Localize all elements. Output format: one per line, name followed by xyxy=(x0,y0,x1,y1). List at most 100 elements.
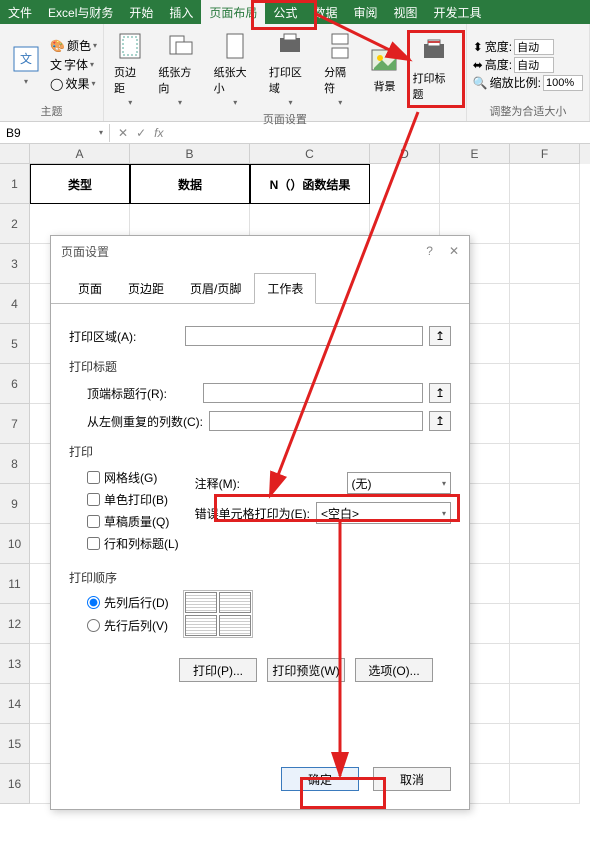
col-header-D[interactable]: D xyxy=(370,144,440,164)
order-section: 打印顺序 xyxy=(69,569,451,586)
cell[interactable] xyxy=(510,644,580,684)
cell[interactable] xyxy=(510,204,580,244)
dlg-tab-margins[interactable]: 页边距 xyxy=(115,273,177,304)
row-header[interactable]: 3 xyxy=(0,244,30,284)
dlg-tab-page[interactable]: 页面 xyxy=(65,273,115,304)
cell[interactable] xyxy=(510,764,580,804)
cell[interactable]: N（）函数结果 xyxy=(250,164,370,204)
cell[interactable] xyxy=(510,484,580,524)
height-label: 高度: xyxy=(485,56,512,73)
row-header[interactable]: 2 xyxy=(0,204,30,244)
row-col-hdr-checkbox[interactable] xyxy=(87,537,100,550)
print-button[interactable]: 打印(P)... xyxy=(179,658,257,682)
row-header[interactable]: 12 xyxy=(0,604,30,644)
cell[interactable] xyxy=(510,724,580,764)
cell[interactable] xyxy=(510,444,580,484)
confirm-icon[interactable]: ✓ xyxy=(136,126,146,140)
print-area-picker[interactable]: ↥ xyxy=(429,326,451,346)
cancel-icon[interactable]: ✕ xyxy=(118,126,128,140)
cell[interactable] xyxy=(510,364,580,404)
over-down-radio[interactable] xyxy=(87,619,100,632)
width-input[interactable] xyxy=(514,39,554,55)
cancel-button[interactable]: 取消 xyxy=(373,767,451,791)
dlg-tab-header-footer[interactable]: 页眉/页脚 xyxy=(177,273,254,304)
tab-insert[interactable]: 插入 xyxy=(161,0,201,24)
cell[interactable] xyxy=(370,164,440,204)
themes-button[interactable]: 文 ▾ xyxy=(6,41,46,88)
bw-checkbox[interactable] xyxy=(87,493,100,506)
cell[interactable] xyxy=(510,684,580,724)
font-icon: 文 xyxy=(50,56,62,73)
cell[interactable]: 类型 xyxy=(30,164,130,204)
row-header[interactable]: 7 xyxy=(0,404,30,444)
select-all-corner[interactable] xyxy=(0,144,30,164)
row-header[interactable]: 6 xyxy=(0,364,30,404)
col-header-F[interactable]: F xyxy=(510,144,580,164)
background-button[interactable]: 背景 xyxy=(364,42,404,96)
cell[interactable]: 数据 xyxy=(130,164,250,204)
tab-developer[interactable]: 开发工具 xyxy=(425,0,489,24)
tab-home[interactable]: 开始 xyxy=(121,0,161,24)
row-header[interactable]: 10 xyxy=(0,524,30,564)
dlg-tab-sheet[interactable]: 工作表 xyxy=(254,273,316,304)
height-input[interactable] xyxy=(514,57,554,73)
size-button[interactable]: 纸张大小▾ xyxy=(210,28,261,109)
tab-data[interactable]: 数据 xyxy=(305,0,345,24)
cell[interactable] xyxy=(510,324,580,364)
comments-select[interactable]: (无)▾ xyxy=(347,472,452,494)
col-header-B[interactable]: B xyxy=(130,144,250,164)
colors-button[interactable]: 🎨颜色▾ xyxy=(50,37,97,54)
row-header[interactable]: 5 xyxy=(0,324,30,364)
left-cols-picker[interactable]: ↥ xyxy=(429,411,451,431)
row-header[interactable]: 16 xyxy=(0,764,30,804)
tab-page-layout[interactable]: 页面布局 xyxy=(201,0,265,24)
row-header[interactable]: 4 xyxy=(0,284,30,324)
down-over-radio[interactable] xyxy=(87,596,100,609)
cell[interactable] xyxy=(510,604,580,644)
tab-formula[interactable]: 公式 xyxy=(265,0,305,24)
tab-excel-finance[interactable]: Excel与财务 xyxy=(40,0,121,24)
breaks-button[interactable]: 分隔符▾ xyxy=(320,28,360,109)
col-header-E[interactable]: E xyxy=(440,144,510,164)
preview-button[interactable]: 打印预览(W) xyxy=(267,658,345,682)
close-icon[interactable]: ✕ xyxy=(449,244,459,258)
row-header[interactable]: 11 xyxy=(0,564,30,604)
cell[interactable] xyxy=(440,164,510,204)
tab-view[interactable]: 视图 xyxy=(385,0,425,24)
errors-select[interactable]: <空白>▾ xyxy=(316,502,451,524)
col-header-C[interactable]: C xyxy=(250,144,370,164)
row-header[interactable]: 15 xyxy=(0,724,30,764)
top-rows-input[interactable] xyxy=(203,383,423,403)
print-area-button[interactable]: 打印区域▾ xyxy=(265,28,316,109)
row-header[interactable]: 1 xyxy=(0,164,30,204)
fonts-button[interactable]: 文字体▾ xyxy=(50,56,97,73)
row-header[interactable]: 9 xyxy=(0,484,30,524)
cell[interactable] xyxy=(510,404,580,444)
orientation-button[interactable]: 纸张方向▾ xyxy=(154,28,205,109)
print-titles-button[interactable]: 打印标题 xyxy=(408,34,459,104)
tab-file[interactable]: 文件 xyxy=(0,0,40,24)
cell[interactable] xyxy=(510,564,580,604)
fx-icon[interactable]: fx xyxy=(154,126,163,140)
print-area-input[interactable] xyxy=(185,326,423,346)
draft-checkbox[interactable] xyxy=(87,515,100,528)
gridlines-checkbox[interactable] xyxy=(87,471,100,484)
row-header[interactable]: 13 xyxy=(0,644,30,684)
cell[interactable] xyxy=(510,164,580,204)
row-header[interactable]: 8 xyxy=(0,444,30,484)
col-header-A[interactable]: A xyxy=(30,144,130,164)
tab-review[interactable]: 审阅 xyxy=(345,0,385,24)
ok-button[interactable]: 确定 xyxy=(281,767,359,791)
row-header[interactable]: 14 xyxy=(0,684,30,724)
name-box[interactable]: B9▾ xyxy=(0,124,110,142)
margins-button[interactable]: 页边距▾ xyxy=(110,28,150,109)
help-icon[interactable]: ? xyxy=(426,244,433,258)
cell[interactable] xyxy=(510,524,580,564)
cell[interactable] xyxy=(510,284,580,324)
cell[interactable] xyxy=(510,244,580,284)
zoom-input[interactable] xyxy=(543,75,583,91)
options-button[interactable]: 选项(O)... xyxy=(355,658,433,682)
effects-button[interactable]: ◯效果▾ xyxy=(50,75,97,92)
left-cols-input[interactable] xyxy=(209,411,423,431)
top-rows-picker[interactable]: ↥ xyxy=(429,383,451,403)
